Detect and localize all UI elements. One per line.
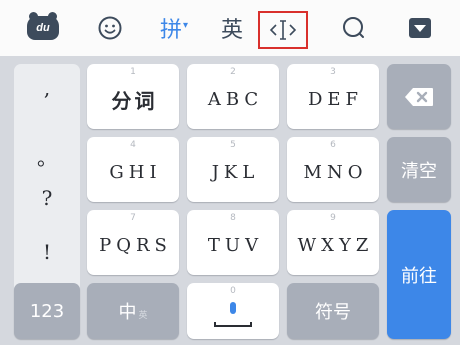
key-5-jkl[interactable]: 5 JKL xyxy=(187,137,279,202)
key-label: DEF xyxy=(307,89,364,110)
key-number: 3 xyxy=(330,67,336,77)
go-button[interactable]: 前往 xyxy=(387,210,451,339)
english-mode-button[interactable]: 英 xyxy=(214,8,250,48)
pinyin-label: 拼 xyxy=(159,18,182,43)
key-number: 7 xyxy=(130,213,136,223)
cursor-move-button[interactable] xyxy=(258,11,308,49)
punct-question[interactable]: ? xyxy=(14,186,80,210)
language-switch-sublabel: 英 xyxy=(138,310,148,321)
space-button[interactable]: 0 xyxy=(187,283,279,339)
key-number: 4 xyxy=(130,140,136,150)
microphone-icon xyxy=(214,302,252,327)
cursor-move-icon xyxy=(269,20,297,40)
keyboard-toolbar: du 拼 ▾ 英 xyxy=(0,0,460,56)
key-number: 0 xyxy=(230,286,236,296)
key-number: 8 xyxy=(230,213,236,223)
punct-exclamation[interactable]: ! xyxy=(14,240,80,264)
clear-button[interactable]: 清空 xyxy=(387,137,451,202)
hide-keyboard-icon xyxy=(409,18,431,38)
key-label: JKL xyxy=(211,162,260,183)
key-number: 6 xyxy=(330,140,336,150)
symbol-button[interactable]: 符号 xyxy=(287,283,379,339)
key-label: GHI xyxy=(109,162,162,183)
english-label: 英 xyxy=(220,18,243,43)
clear-label: 清空 xyxy=(401,160,437,182)
du-logo-text: du xyxy=(36,22,50,34)
key-7-pqrs[interactable]: 7 PQRS xyxy=(87,210,179,275)
language-switch-label: 中 xyxy=(118,302,137,323)
pinyin-mode-button[interactable]: 拼 ▾ xyxy=(150,8,198,48)
backspace-icon xyxy=(405,87,433,106)
number-switch-label: 123 xyxy=(29,300,65,322)
punct-period[interactable]: 。 xyxy=(14,142,80,171)
hide-keyboard-button[interactable] xyxy=(404,8,436,48)
emoji-button[interactable] xyxy=(94,8,126,48)
key-number: 2 xyxy=(230,67,236,77)
delete-button[interactable] xyxy=(387,64,451,129)
key-2-abc[interactable]: 2 ABC xyxy=(187,64,279,129)
number-switch-button[interactable]: 123 xyxy=(14,283,80,339)
key-label: MNO xyxy=(303,162,368,183)
key-label: ABC xyxy=(207,89,264,110)
emoji-icon xyxy=(98,16,122,40)
key-1-segment[interactable]: 1 分词 xyxy=(87,64,179,129)
language-switch-button[interactable]: 中 英 xyxy=(87,283,179,339)
key-number: 5 xyxy=(230,140,236,150)
key-4-ghi[interactable]: 4 GHI xyxy=(87,137,179,202)
key-label: TUV xyxy=(207,235,264,256)
key-3-def[interactable]: 3 DEF xyxy=(287,64,379,129)
du-logo-button[interactable]: du xyxy=(26,8,60,48)
key-9-wxyz[interactable]: 9 WXYZ xyxy=(287,210,379,275)
key-label: WXYZ xyxy=(297,235,374,256)
key-number: 1 xyxy=(130,67,136,77)
du-logo-icon: du xyxy=(27,12,59,40)
key-label: PQRS xyxy=(99,235,172,256)
search-icon xyxy=(343,17,364,38)
key-label: 分词 xyxy=(111,89,158,113)
keyboard-panel: , 。 ? ! 1 分词 2 ABC 3 DEF 4 GHI 5 JKL 6 M… xyxy=(0,56,460,345)
symbol-label: 符号 xyxy=(315,302,351,323)
go-label: 前往 xyxy=(401,265,437,287)
key-6-mno[interactable]: 6 MNO xyxy=(287,137,379,202)
key-number: 9 xyxy=(330,213,336,223)
search-button[interactable] xyxy=(338,8,370,48)
key-8-tuv[interactable]: 8 TUV xyxy=(187,210,279,275)
chevron-down-icon: ▾ xyxy=(182,19,189,31)
punct-comma[interactable]: , xyxy=(14,76,80,100)
